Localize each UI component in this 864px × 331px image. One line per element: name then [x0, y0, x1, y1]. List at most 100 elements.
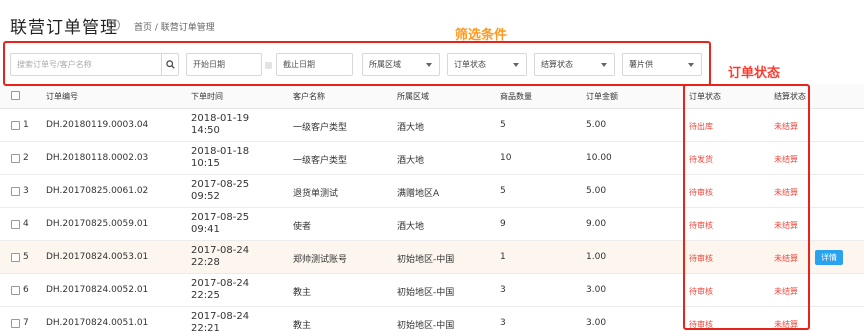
chevron-down-icon [426, 63, 432, 67]
order-date: 2017-08-25 09:41 [191, 212, 249, 236]
order-number: DH.20170824.0051.01 [46, 318, 149, 328]
row-index: 2 [23, 153, 29, 163]
amount: 10.00 [586, 153, 612, 163]
row-index: 5 [23, 252, 29, 262]
amount: 5.00 [586, 120, 607, 130]
chevron-down-icon [513, 63, 519, 67]
table-row[interactable]: 7 DH.20170824.0051.01 2017-08-24 22:21 教主 初始地… [0, 307, 864, 331]
settle-status-select-value: 结算状态 [541, 60, 573, 69]
order-number: DH.20180118.0002.03 [46, 153, 149, 163]
date-separator [265, 62, 272, 69]
shipper-select[interactable]: 薯片供 [622, 53, 702, 76]
row-index: 7 [23, 318, 29, 328]
table-row[interactable]: 1 DH.20180119.0003.04 2018-01-19 14:50 一级客户类… [0, 109, 864, 142]
row-index: 4 [23, 219, 29, 229]
search-box[interactable] [10, 53, 179, 76]
end-date-input[interactable]: 截止日期 [276, 53, 353, 76]
settle-status-select[interactable]: 结算状态 [534, 53, 615, 76]
order-date-day: 2017-08-24 [191, 278, 250, 289]
settle-status: 未结算 [774, 320, 798, 329]
region-name: 初始地区-中国 [397, 321, 455, 331]
row-checkbox[interactable] [11, 220, 20, 229]
quantity: 3 [500, 318, 506, 328]
column-order-status: 订单状态 [689, 92, 721, 101]
help-circle-icon[interactable]: ? [108, 19, 120, 31]
region-name: 初始地区-中国 [397, 255, 455, 265]
quantity: 5 [500, 186, 506, 196]
column-order-no: 订单编号 [46, 92, 78, 101]
order-date-day: 2017-08-25 [191, 212, 250, 223]
table-header: 订单编号 下单时间 客户名称 所属区域 商品数量 订单金额 订单状态 结算状态 [0, 84, 864, 109]
amount: 1.00 [586, 252, 607, 262]
quantity: 10 [500, 153, 512, 163]
column-customer: 客户名称 [293, 92, 325, 101]
amount: 3.00 [586, 285, 607, 295]
settle-status: 未结算 [774, 221, 798, 230]
settle-status: 未结算 [774, 254, 798, 263]
region-select-value: 所属区域 [369, 60, 401, 69]
order-number: DH.20180119.0003.04 [46, 120, 149, 130]
region-name: 酒大地 [397, 123, 425, 133]
settle-status: 未结算 [774, 122, 798, 131]
row-index: 1 [23, 120, 29, 130]
settle-status: 未结算 [774, 155, 798, 164]
search-button[interactable] [161, 54, 178, 75]
order-date-day: 2018-01-18 [191, 146, 250, 157]
customer-name: 一级客户类型 [293, 156, 348, 166]
table-row[interactable]: 6 DH.20170824.0052.01 2017-08-24 22:25 教主 初始地… [0, 274, 864, 307]
settle-status: 未结算 [774, 287, 798, 296]
order-status: 待审核 [689, 254, 713, 263]
region-name: 酒大地 [397, 222, 425, 232]
row-checkbox[interactable] [11, 319, 20, 328]
order-date-time: 22:25 [191, 290, 220, 301]
customer-name: 郑帅测试账号 [293, 255, 348, 265]
order-date: 2018-01-19 14:50 [191, 113, 249, 137]
column-region: 所属区域 [397, 92, 429, 101]
order-date-time: 22:28 [191, 257, 220, 268]
order-status-select[interactable]: 订单状态 [447, 53, 527, 76]
row-checkbox[interactable] [11, 253, 20, 262]
amount: 5.00 [586, 186, 607, 196]
column-quantity: 商品数量 [500, 92, 532, 101]
column-order-time: 下单时间 [191, 92, 223, 101]
order-date-day: 2018-01-19 [191, 113, 250, 124]
region-name: 满赠地区A [397, 189, 440, 199]
order-number: DH.20170824.0053.01 [46, 252, 149, 262]
row-checkbox[interactable] [11, 187, 20, 196]
order-status-select-value: 订单状态 [454, 60, 486, 69]
settle-status: 未结算 [774, 188, 798, 197]
row-checkbox[interactable] [11, 121, 20, 130]
order-number: DH.20170825.0059.01 [46, 219, 149, 229]
order-date-time: 22:21 [191, 323, 220, 331]
table-row[interactable]: 3 DH.20170825.0061.02 2017-08-25 09:52 退货单测试… [0, 175, 864, 208]
order-date-time: 10:15 [191, 158, 220, 169]
filter-bar: 开始日期 截止日期 所属区域 订单状态 结算状态 薯片供 [0, 50, 864, 78]
column-amount: 订单金额 [586, 92, 618, 101]
customer-name: 退货单测试 [293, 189, 339, 199]
order-date-time: 14:50 [191, 125, 220, 136]
start-date-input[interactable]: 开始日期 [186, 53, 262, 76]
customer-name: 教主 [293, 321, 312, 331]
order-status: 待审核 [689, 221, 713, 230]
row-index: 3 [23, 186, 29, 196]
region-select[interactable]: 所属区域 [362, 53, 440, 76]
row-checkbox[interactable] [11, 286, 20, 295]
region-name: 酒大地 [397, 156, 425, 166]
order-date-time: 09:52 [191, 191, 220, 202]
table-row[interactable]: 2 DH.20180118.0002.03 2018-01-18 10:15 一级客户类… [0, 142, 864, 175]
table-row[interactable]: 4 DH.20170825.0059.01 2017-08-25 09:41 使者 酒大地… [0, 208, 864, 241]
select-all-checkbox[interactable] [11, 91, 20, 100]
order-date-day: 2017-08-24 [191, 311, 250, 322]
order-date-day: 2017-08-25 [191, 179, 250, 190]
row-checkbox[interactable] [11, 154, 20, 163]
order-status: 待审核 [689, 320, 713, 329]
quantity: 3 [500, 285, 506, 295]
detail-button[interactable]: 详情 [815, 250, 843, 265]
search-input[interactable] [11, 54, 161, 75]
breadcrumb[interactable]: 首页 / 联营订单管理 [134, 20, 215, 33]
quantity: 1 [500, 252, 506, 262]
order-status: 待出库 [689, 122, 713, 131]
table-row[interactable]: 5 DH.20170824.0053.01 2017-08-24 22:28 郑帅测试账… [0, 241, 864, 274]
amount: 3.00 [586, 318, 607, 328]
customer-name: 教主 [293, 288, 312, 298]
